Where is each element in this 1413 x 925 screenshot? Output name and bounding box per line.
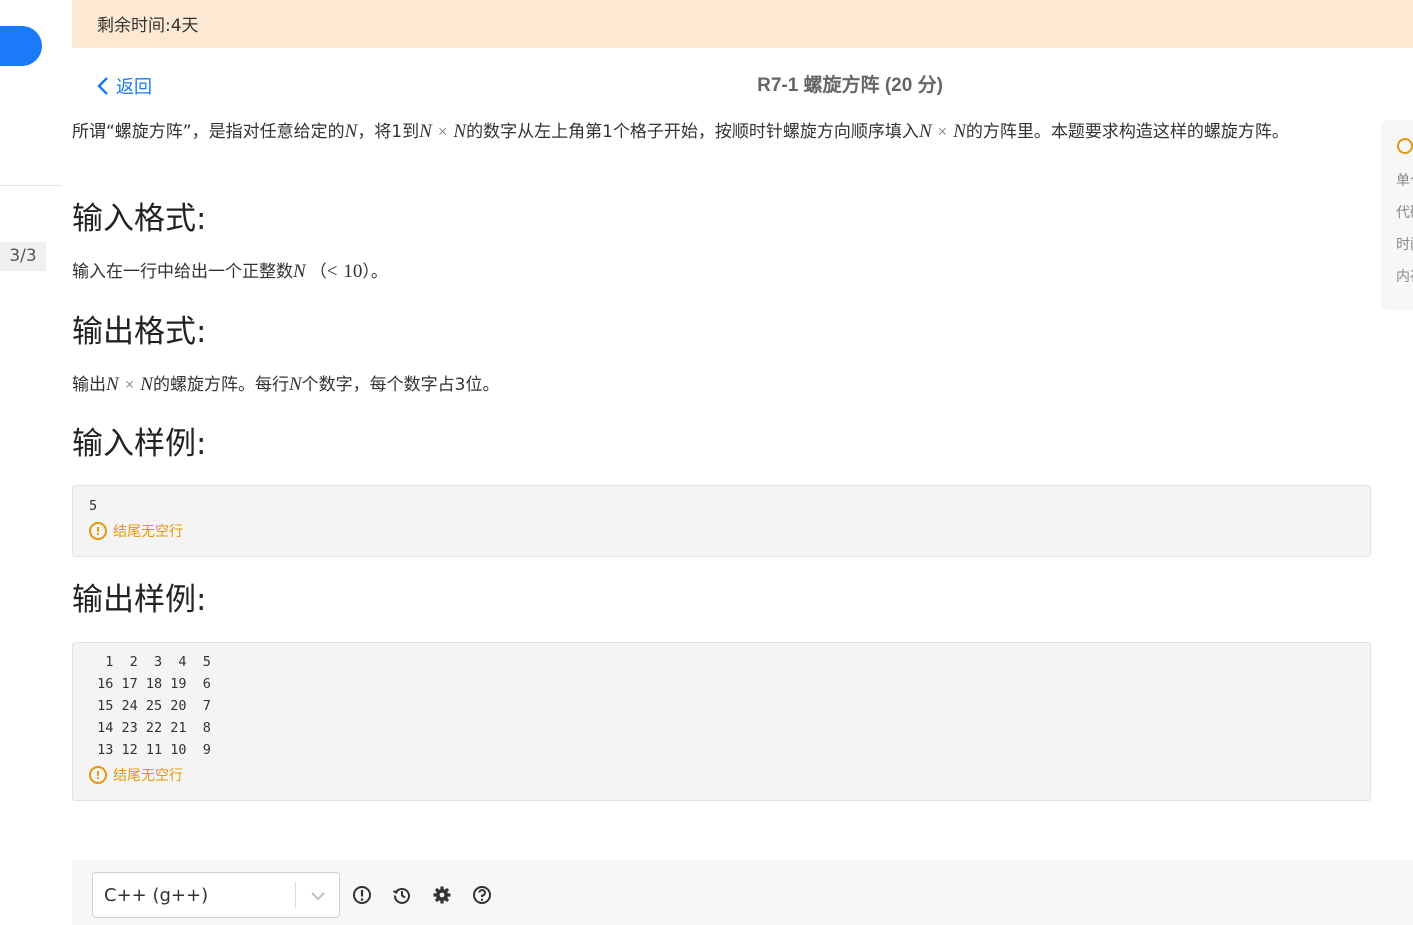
warning-circle-icon: !	[89, 522, 107, 540]
sample-input-heading: 输入样例:	[72, 426, 207, 462]
trailing-note: ! 结尾无空行	[89, 765, 1354, 785]
history-icon[interactable]	[392, 885, 412, 905]
back-button[interactable]: 返回	[96, 72, 152, 100]
language-value: C++ (g++)	[104, 885, 209, 906]
nav-pill[interactable]	[0, 26, 42, 66]
sample-output-heading: 输出样例:	[72, 582, 207, 618]
problem-counter: 3/3	[0, 242, 46, 271]
chevron-down-icon	[311, 892, 325, 901]
side-item: 单个	[1396, 173, 1413, 189]
remaining-time-text: 剩余时间:4天	[97, 16, 199, 36]
page-title: R7-1 螺旋方阵 (20 分)	[757, 75, 943, 96]
warning-circle-icon: !	[89, 766, 107, 784]
problem-content: 所谓“螺旋方阵”，是指对任意给定的N，将1到N × N的数字从左上角第1个格子开始，…	[72, 118, 1362, 146]
sample-input-code: 5	[89, 498, 98, 514]
output-format-text: 输出N × N的螺旋方阵。每行N个数字，每个数字占3位。	[72, 374, 500, 395]
side-item: 代码	[1396, 205, 1413, 221]
sample-output-box: 1 2 3 4 5 16 17 18 19 6 15 24 25 20 7 14…	[72, 642, 1371, 801]
gear-icon[interactable]	[432, 885, 452, 905]
chevron-left-icon	[97, 77, 108, 95]
editor-toolbar: C++ (g++)	[72, 860, 1413, 925]
sample-input-box: 5 ! 结尾无空行	[72, 485, 1371, 557]
rail-divider	[0, 185, 62, 186]
trailing-note: ! 结尾无空行	[89, 521, 1354, 541]
select-divider	[295, 882, 296, 908]
info-circle-icon[interactable]	[352, 885, 372, 905]
output-format-heading: 输出格式:	[72, 314, 207, 350]
back-label: 返回	[116, 77, 152, 98]
help-icon[interactable]	[472, 885, 492, 905]
sample-output-code: 1 2 3 4 5 16 17 18 19 6 15 24 25 20 7 14…	[97, 654, 211, 758]
language-select[interactable]: C++ (g++)	[92, 872, 340, 918]
info-side-panel[interactable]: 单个 代码 时间 内存	[1381, 120, 1413, 310]
side-item: 内存	[1396, 269, 1413, 285]
problem-description: 所谓“螺旋方阵”，是指对任意给定的N，将1到N × N的数字从左上角第1个格子开始，…	[72, 121, 1289, 142]
time-banner: 剩余时间:4天	[72, 0, 1413, 48]
input-format-heading: 输入格式:	[72, 201, 207, 237]
badge-icon	[1397, 138, 1413, 154]
side-item: 时间	[1396, 237, 1413, 253]
input-format-text: 输入在一行中给出一个正整数N （< 10）。	[72, 261, 388, 282]
